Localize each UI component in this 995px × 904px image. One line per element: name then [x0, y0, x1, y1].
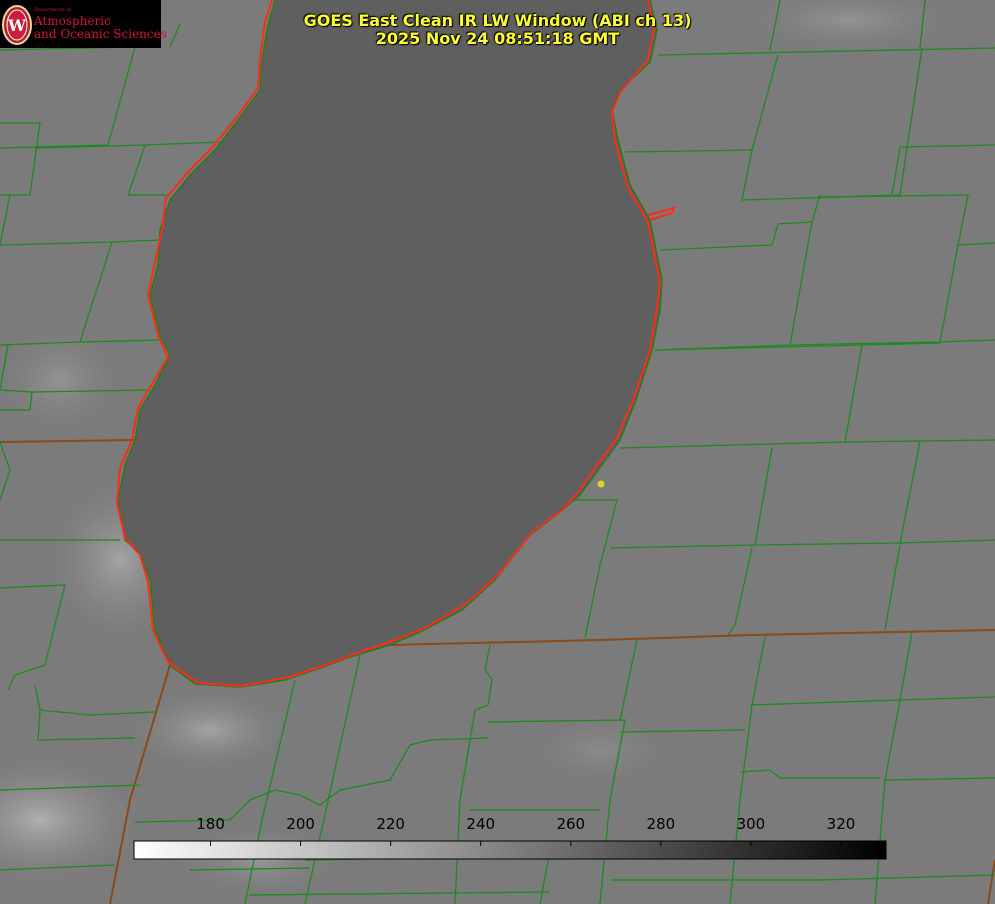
crest-letter: W — [7, 16, 27, 35]
colorbar-tick-label: 180 — [196, 815, 225, 833]
colorbar-tick-label: 240 — [466, 815, 496, 833]
colorbar-tick-label: 260 — [556, 815, 586, 833]
colorbar-tick-label: 300 — [736, 815, 766, 833]
logo-line-1: Atmospheric — [34, 14, 111, 28]
colorbar-tick-label: 280 — [646, 815, 676, 833]
logo-line-2: and Oceanic Sciences — [34, 27, 167, 41]
logo-department: Department of — [34, 7, 71, 13]
satellite-map — [0, 0, 995, 904]
colorbar-tick-label: 320 — [826, 815, 856, 833]
colorbar — [133, 840, 887, 860]
uw-crest-icon: W — [2, 5, 32, 45]
colorbar-tick-label: 200 — [286, 815, 315, 833]
uw-aos-logo[interactable]: W Department of Atmospheric and Oceanic … — [0, 0, 167, 48]
station-marker — [597, 480, 605, 488]
colorbar-tick-label: 220 — [376, 815, 405, 833]
